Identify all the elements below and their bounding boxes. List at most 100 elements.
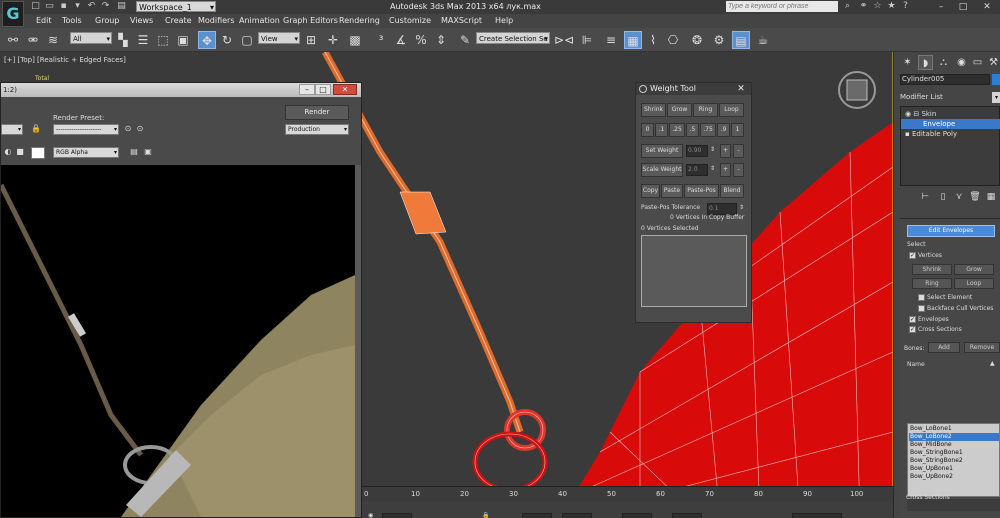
menu-create[interactable]: Create: [165, 16, 192, 25]
utilities-tab-icon[interactable]: ⚒: [986, 55, 1000, 70]
key-filter-field[interactable]: [792, 513, 842, 518]
render-production-icon[interactable]: ☕: [754, 31, 772, 49]
loop-button[interactable]: Loop: [954, 278, 994, 289]
material-editor-icon[interactable]: ❂: [688, 31, 706, 49]
minimize-icon[interactable]: –: [930, 0, 952, 14]
help-icon[interactable]: ?: [900, 1, 911, 12]
render-scrollbar[interactable]: [355, 165, 361, 517]
menu-maxscript[interactable]: MAXScript: [441, 16, 482, 25]
close-icon[interactable]: ✕: [733, 83, 749, 95]
render-setup-icon[interactable]: ⚙: [710, 31, 728, 49]
lock-icon[interactable]: 🔒: [31, 124, 41, 134]
weight-05-button[interactable]: .5: [686, 123, 699, 137]
list-item[interactable]: Bow_MidBone: [909, 441, 999, 449]
menu-help[interactable]: Help: [495, 16, 513, 25]
x-coordinate-field[interactable]: [522, 513, 552, 518]
render-preset-dropdown[interactable]: --------------------- ▾: [53, 124, 119, 135]
undo-icon[interactable]: ↶: [86, 1, 97, 12]
menu-tools[interactable]: Tools: [62, 16, 82, 25]
spinner-snap-icon[interactable]: ⇕: [432, 31, 450, 49]
add-bone-button[interactable]: Add: [928, 342, 960, 353]
subscription-icon[interactable]: ⚭: [858, 1, 869, 12]
save-preset-icon[interactable]: ⊙: [135, 124, 145, 134]
scale-weight-button[interactable]: Scale Weight: [641, 163, 683, 177]
list-item[interactable]: Bow_LoBone1: [909, 425, 999, 433]
mirror-icon[interactable]: ⊳⊲: [554, 31, 574, 49]
maximize-icon[interactable]: □: [952, 0, 974, 14]
menu-views[interactable]: Views: [130, 16, 153, 25]
graphite-toolbox-icon[interactable]: ▦: [624, 31, 642, 49]
motion-tab-icon[interactable]: ◉: [954, 55, 969, 70]
new-file-icon[interactable]: □: [30, 1, 41, 12]
window-crossing-icon[interactable]: ▣: [174, 31, 192, 49]
rendered-frame-window-icon[interactable]: ▤: [732, 31, 750, 49]
blend-button[interactable]: Blend: [720, 184, 744, 198]
grow-button[interactable]: Grow: [954, 264, 994, 275]
list-item[interactable]: Bow_LoBone2: [909, 433, 999, 441]
object-color-swatch[interactable]: [992, 74, 1000, 85]
menu-animation[interactable]: Animation: [239, 16, 280, 25]
select-manipulate-icon[interactable]: ✛: [324, 31, 342, 49]
paste-pos-button[interactable]: Paste-Pos: [684, 184, 719, 198]
weight-1-button[interactable]: 1: [731, 123, 744, 137]
ring-button[interactable]: Ring: [693, 103, 718, 117]
list-item[interactable]: Bow_StringBone2: [909, 457, 999, 465]
grid-field[interactable]: [672, 513, 702, 518]
toggle-ui-icon[interactable]: ▤: [129, 147, 139, 157]
favorites-icon[interactable]: ★: [886, 1, 897, 12]
cross-sections-checkbox[interactable]: ✓: [909, 326, 916, 333]
vertices-checkbox[interactable]: ✓: [909, 252, 916, 259]
z-coordinate-field[interactable]: [622, 513, 652, 518]
render-button[interactable]: Render: [285, 105, 349, 120]
viewport-label[interactable]: [+] [Top] [Realistic + Edged Faces]: [4, 56, 126, 64]
open-file-icon[interactable]: ▭: [44, 1, 55, 12]
weight-0-button[interactable]: 0: [641, 123, 654, 137]
unlink-icon[interactable]: ⚮: [24, 31, 42, 49]
list-item[interactable]: Bow_UpBone2: [909, 473, 999, 481]
key-icon[interactable]: ◉: [368, 513, 376, 518]
workspace-dropdown[interactable]: Workspace_1 ▾: [136, 1, 216, 12]
bones-list[interactable]: Bow_LoBone1 Bow_LoBone2 Bow_MidBone Bow_…: [907, 423, 1000, 497]
display-tab-icon[interactable]: ▭: [970, 55, 985, 70]
hierarchy-tab-icon[interactable]: ⛬: [936, 55, 951, 70]
keyboard-shortcut-icon[interactable]: ▩: [346, 31, 364, 49]
snaps-toggle-icon[interactable]: ³: [372, 31, 390, 49]
menu-graph-editors[interactable]: Graph Editors: [283, 16, 338, 25]
schematic-view-icon[interactable]: ⎔: [664, 31, 682, 49]
production-dropdown[interactable]: Production ▾: [285, 124, 349, 135]
weight-09-button[interactable]: .9: [717, 123, 730, 137]
y-coordinate-field[interactable]: [562, 513, 592, 518]
name-column-header[interactable]: Name: [907, 361, 925, 368]
loop-button[interactable]: Loop: [719, 103, 744, 117]
show-end-result-icon[interactable]: ▯: [936, 190, 950, 204]
layer-manager-icon[interactable]: ≡: [602, 31, 620, 49]
save-dropdown-icon[interactable]: ▾: [72, 1, 83, 12]
channel-dropdown[interactable]: RGB Alpha ▾: [53, 147, 119, 158]
align-icon[interactable]: ⊫: [578, 31, 596, 49]
remove-bone-button[interactable]: Remove: [964, 342, 1000, 353]
communication-icon[interactable]: ☆: [872, 1, 883, 12]
select-and-rotate-icon[interactable]: ↻: [218, 31, 236, 49]
bind-space-warp-icon[interactable]: ≋: [44, 31, 62, 49]
weight-plus-button[interactable]: +: [720, 144, 731, 158]
close-icon[interactable]: ✕: [976, 0, 998, 14]
menu-edit[interactable]: Edit: [36, 16, 52, 25]
menu-rendering[interactable]: Rendering: [339, 16, 380, 25]
list-item[interactable]: Bow_UpBone1: [909, 465, 999, 473]
area-to-render-dropdown[interactable]: ▾: [1, 124, 23, 135]
spinner-arrows-icon[interactable]: ⇕: [710, 146, 715, 153]
set-weight-button[interactable]: Set Weight: [641, 144, 683, 158]
percent-snap-icon[interactable]: %: [412, 31, 430, 49]
select-by-name-icon[interactable]: ☰: [134, 31, 152, 49]
stack-item-editable-poly[interactable]: ▪ Editable Poly: [901, 129, 1000, 139]
envelopes-checkbox[interactable]: ✓: [909, 316, 916, 323]
shrink-button[interactable]: Shrink: [641, 103, 666, 117]
rectangular-selection-icon[interactable]: ⬚: [154, 31, 172, 49]
menu-modifiers[interactable]: Modifiers: [198, 16, 235, 25]
close-icon[interactable]: ✕: [333, 84, 357, 95]
scale-minus-button[interactable]: -: [733, 163, 744, 177]
select-and-scale-icon[interactable]: ▢: [238, 31, 256, 49]
spinner-arrows-icon[interactable]: ⇕: [739, 204, 744, 211]
vertex-weight-list[interactable]: [641, 235, 747, 307]
save-icon[interactable]: ▪: [58, 1, 69, 12]
